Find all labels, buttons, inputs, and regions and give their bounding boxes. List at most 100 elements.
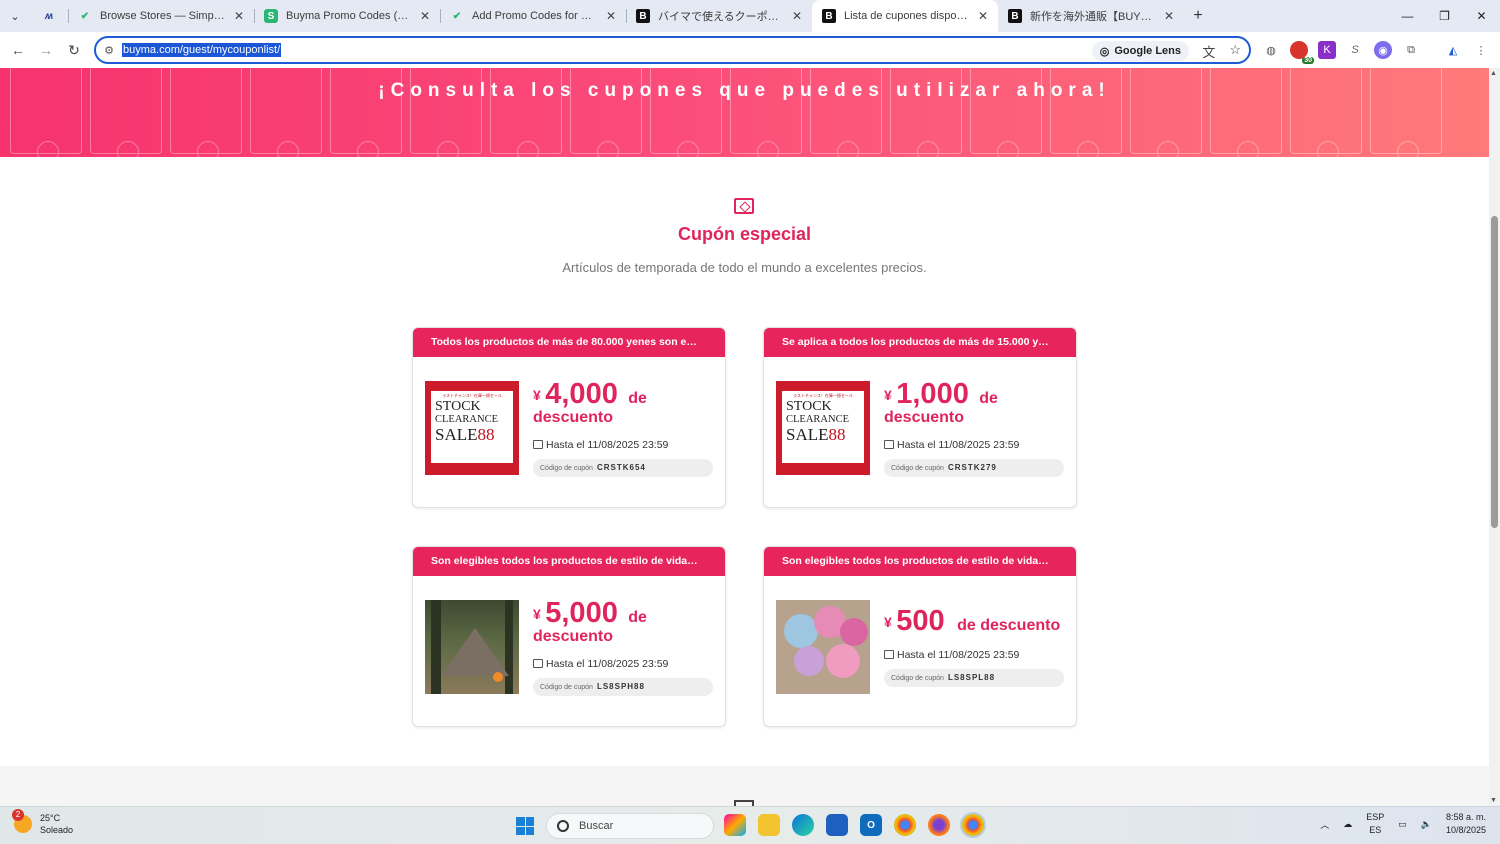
close-tab-icon[interactable]: ✕	[1164, 9, 1174, 23]
puzzle-extensions-icon[interactable]: ⧉	[1402, 41, 1420, 59]
coupon-code-pill[interactable]: Código de cupón LS8SPL88	[884, 669, 1064, 687]
extension-badge-icon[interactable]: 30	[1290, 41, 1314, 64]
globe-extension-icon[interactable]: ◍	[1262, 41, 1280, 59]
yen-symbol: ¥	[884, 387, 892, 403]
chrome-icon[interactable]	[894, 814, 916, 836]
next-section-band	[0, 766, 1489, 806]
chevron-up-icon[interactable]: ︿	[1320, 818, 1329, 831]
url-text[interactable]: buyma.com/guest/mycouponlist/	[122, 43, 282, 57]
browser-toolbar: ← → ↻ ⚙ buyma.com/guest/mycouponlist/ ◎ …	[0, 32, 1500, 68]
coupon-code-pill[interactable]: Código de cupón LS8SPH88	[533, 678, 713, 696]
volume-icon[interactable]: 🔈	[1421, 819, 1432, 830]
coupon-code[interactable]: LS8SPH88	[597, 682, 645, 691]
new-tab-button[interactable]: +	[1184, 7, 1212, 25]
coupon-card[interactable]: Todos los productos de más de 80.000 yen…	[412, 327, 726, 508]
coupon-code[interactable]: CRSTK654	[597, 463, 646, 472]
weather-temp: 25°C	[40, 813, 61, 823]
violet-extension-icon[interactable]: ◉	[1374, 41, 1392, 59]
close-window-icon[interactable]: ✕	[1463, 0, 1500, 32]
coupon-header: Se aplica a todos los productos de más d…	[764, 328, 1076, 357]
language-indicator[interactable]: ESP ES	[1366, 811, 1384, 837]
tab-5-active[interactable]: B Lista de cupones disponibles en ✕	[812, 0, 998, 32]
edge-icon[interactable]	[792, 814, 814, 836]
sun-icon: 2	[12, 809, 32, 833]
coupon-code[interactable]: LS8SPL88	[948, 673, 995, 682]
purple-extension-icon[interactable]: K	[1318, 41, 1336, 59]
clock-time: 8:58 a. m.	[1445, 812, 1486, 822]
sale-line-1: STOCK	[786, 399, 832, 414]
discount-amount: ¥ 1,000 de descuento	[884, 378, 1069, 427]
store-icon[interactable]	[826, 814, 848, 836]
close-tab-icon[interactable]: ✕	[606, 9, 616, 23]
page-scrollbar[interactable]: ▲ ▼	[1489, 68, 1500, 806]
b-icon: B	[636, 9, 650, 23]
coupon-card[interactable]: Son elegibles todos los productos de est…	[763, 546, 1077, 727]
tab-1[interactable]: ✔ Browse Stores — SimplyCodes ✕	[68, 0, 254, 32]
firefox-icon[interactable]	[928, 814, 950, 836]
close-tab-icon[interactable]: ✕	[978, 9, 988, 23]
discount-amount: ¥ 500 de descuento	[884, 605, 1069, 638]
tab-title: 新作を海外通販【BUYMA】	[1030, 11, 1156, 23]
bookmark-star-icon[interactable]: ☆	[1229, 42, 1241, 61]
close-tab-icon[interactable]: ✕	[420, 9, 430, 23]
de-label: de	[628, 390, 647, 407]
sale-max: 88	[828, 425, 846, 444]
plush-toys-photo	[776, 600, 870, 694]
site-info-icon[interactable]: ⚙	[96, 44, 122, 57]
clock[interactable]: 8:58 a. m. 10/8/2025	[1446, 811, 1486, 837]
forward-button[interactable]: →	[32, 42, 60, 58]
lens-label: Google Lens	[1114, 45, 1181, 57]
taskbar-search[interactable]: Buscar	[546, 813, 714, 839]
expiry-date: Hasta el 11/08/2025 23:59	[884, 649, 1019, 661]
tab-title: Buyma Promo Codes (2 Verified	[286, 10, 412, 22]
windows-start-icon[interactable]	[516, 817, 534, 835]
tab-2[interactable]: S Buyma Promo Codes (2 Verified ✕	[254, 0, 440, 32]
tab-3[interactable]: ✔ Add Promo Codes for Buyma – ✕	[440, 0, 626, 32]
cloud-icon[interactable]: ☁	[1343, 819, 1352, 830]
tab-search-button[interactable]: ⌄	[0, 0, 30, 32]
coupon-code[interactable]: CRSTK279	[948, 463, 997, 472]
s-extension-icon[interactable]: S	[1346, 41, 1364, 59]
copilot-icon[interactable]	[724, 814, 746, 836]
descuento-label: descuento	[533, 409, 614, 426]
stock-clearance-sale-image: ラストチャンス！在庫一掃セール STOCK CLEARANCE SALE88	[776, 381, 870, 475]
file-explorer-icon[interactable]	[758, 814, 780, 836]
tab-4[interactable]: B バイマで使えるクーポン一覧 - ファッシ ✕	[626, 0, 812, 32]
pinned-apps: O	[724, 812, 986, 838]
calendar-icon	[884, 650, 894, 659]
calendar-icon	[533, 440, 543, 449]
scroll-down-icon[interactable]: ▼	[1490, 797, 1497, 804]
reload-button[interactable]: ↻	[60, 42, 88, 59]
amount: 4,000	[545, 378, 618, 410]
tab-6[interactable]: B 新作を海外通販【BUYMA】 ✕	[998, 0, 1184, 32]
back-button[interactable]: ←	[4, 42, 32, 58]
address-bar[interactable]: ⚙ buyma.com/guest/mycouponlist/ ◎ Google…	[94, 36, 1251, 64]
tab-title: Add Promo Codes for Buyma –	[472, 10, 598, 22]
close-tab-icon[interactable]: ✕	[792, 9, 802, 23]
scroll-up-icon[interactable]: ▲	[1490, 70, 1497, 77]
kebab-menu-icon[interactable]: ⋮	[1472, 41, 1490, 59]
coupon-code-pill[interactable]: Código de cupón CRSTK279	[884, 459, 1064, 477]
google-lens-button[interactable]: ◎ Google Lens	[1091, 41, 1189, 61]
scroll-thumb[interactable]	[1491, 216, 1498, 528]
b-icon: B	[822, 9, 836, 23]
coupon-header: Son elegibles todos los productos de est…	[413, 547, 725, 576]
coupon-card[interactable]: Se aplica a todos los productos de más d…	[763, 327, 1077, 508]
network-icon[interactable]: ▭	[1398, 819, 1407, 830]
tab-0[interactable]: ʍ	[30, 0, 68, 32]
close-tab-icon[interactable]: ✕	[234, 9, 244, 23]
amount: 5,000	[545, 597, 618, 629]
minimize-icon[interactable]: —	[1389, 0, 1426, 32]
sale-line-1: STOCK	[435, 399, 481, 414]
outlook-icon[interactable]: O	[860, 814, 882, 836]
amount: 500	[896, 605, 945, 637]
coupon-card[interactable]: Son elegibles todos los productos de est…	[412, 546, 726, 727]
hero-banner: ¡Consulta los cupones que puedes utiliza…	[0, 68, 1489, 157]
weather-widget[interactable]: 2 25°C Soleado	[12, 809, 73, 836]
chrome-active-icon[interactable]	[960, 812, 986, 838]
restore-icon[interactable]: ❐	[1426, 0, 1463, 32]
coupon-code-pill[interactable]: Código de cupón CRSTK654	[533, 459, 713, 477]
profile-avatar-icon[interactable]: ◭	[1444, 41, 1462, 59]
translate-icon[interactable]: 文	[1202, 42, 1215, 61]
de-descuento-label: de descuento	[957, 617, 1061, 634]
